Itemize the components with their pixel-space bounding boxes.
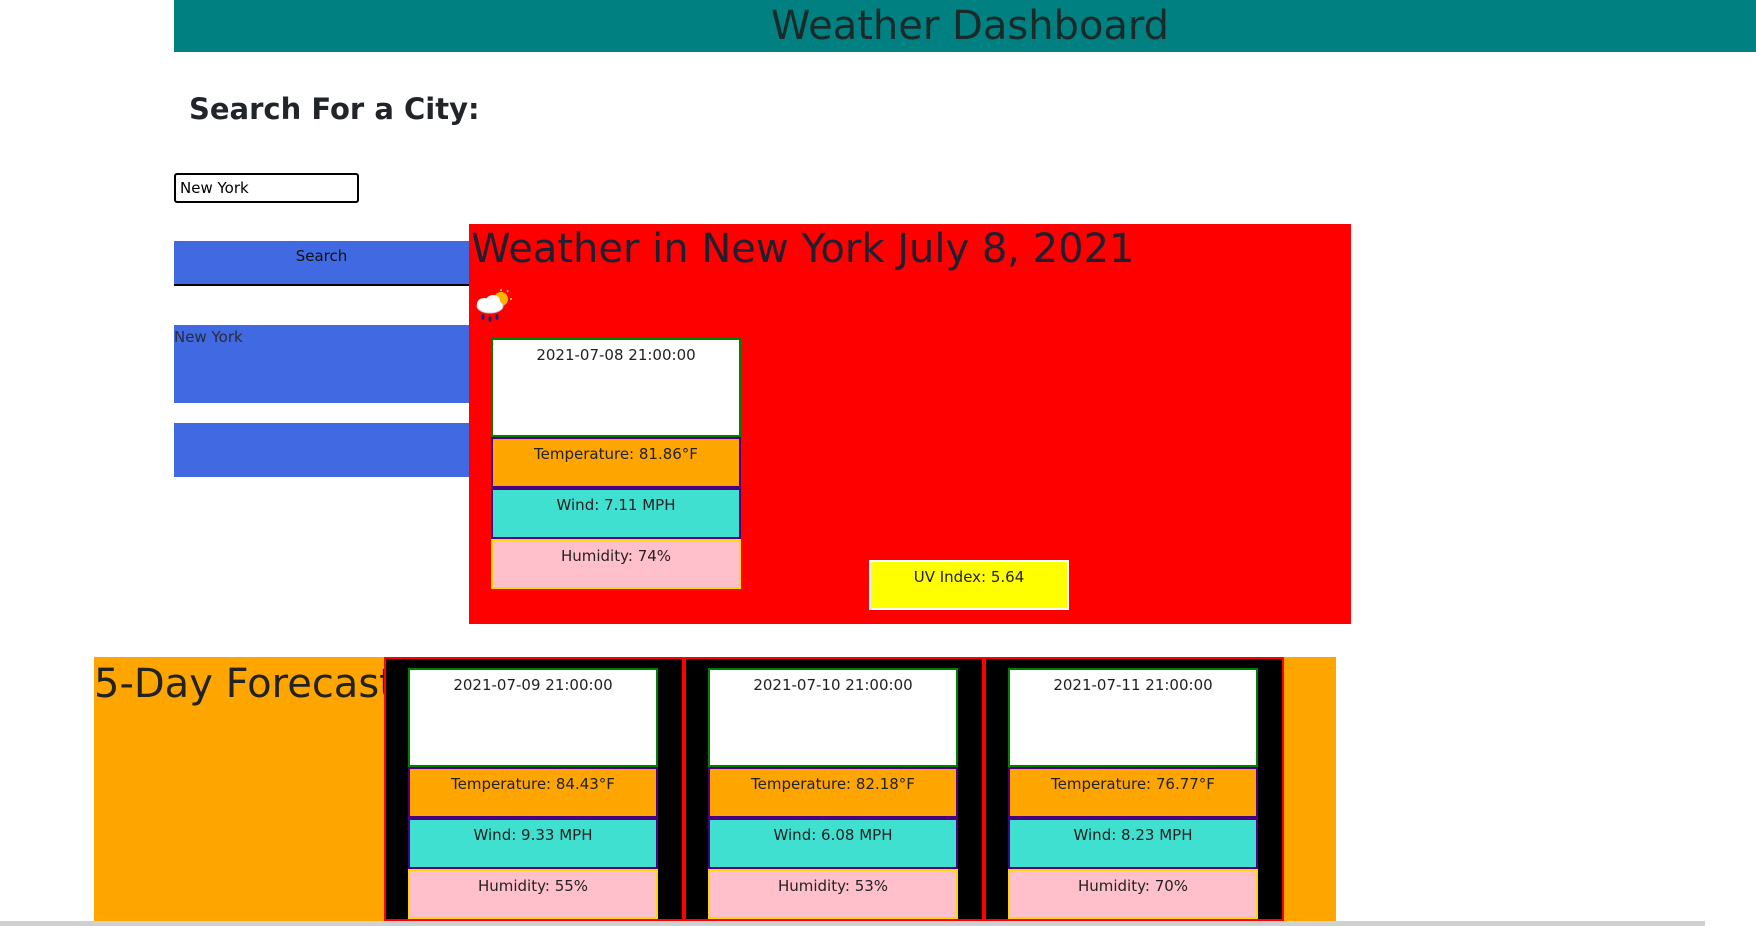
history-item-new-york[interactable]: New York	[174, 325, 469, 403]
card-wind: Wind: 6.08 MPH	[708, 818, 958, 869]
uv-index-badge: UV Index: 5.64	[869, 560, 1069, 610]
forecast-title: 5-Day Forecast	[94, 661, 395, 707]
forecast-day: 2021-07-10 21:00:00 Temperature: 82.18°F…	[684, 657, 984, 921]
card-temperature: Temperature: 84.43°F	[408, 767, 658, 818]
card-temperature: Temperature: 76.77°F	[1008, 767, 1258, 818]
card-date: 2021-07-11 21:00:00	[1008, 668, 1258, 767]
card-wind: Wind: 7.11 MPH	[491, 488, 741, 539]
forecast-card: 2021-07-09 21:00:00 Temperature: 84.43°F…	[408, 668, 658, 919]
current-weather-title: Weather in New York July 8, 2021	[471, 226, 1135, 272]
card-humidity: Humidity: 55%	[408, 869, 658, 919]
current-weather-panel: Weather in New York July 8, 2021 2021-07…	[469, 224, 1351, 624]
card-date: 2021-07-10 21:00:00	[708, 668, 958, 767]
card-date: 2021-07-09 21:00:00	[408, 668, 658, 767]
card-temperature: Temperature: 82.18°F	[708, 767, 958, 818]
card-wind: Wind: 9.33 MPH	[408, 818, 658, 869]
forecast-day: 2021-07-09 21:00:00 Temperature: 84.43°F…	[384, 657, 684, 921]
forecast-card: 2021-07-11 21:00:00 Temperature: 76.77°F…	[1008, 668, 1258, 919]
header-bar: Weather Dashboard	[174, 0, 1756, 52]
search-button[interactable]: Search	[174, 241, 469, 286]
forecast-day: 2021-07-11 21:00:00 Temperature: 76.77°F…	[984, 657, 1284, 921]
rain-cloud-sun-icon	[476, 289, 512, 322]
card-humidity: Humidity: 74%	[491, 539, 741, 589]
card-humidity: Humidity: 53%	[708, 869, 958, 919]
city-search-input[interactable]	[174, 173, 359, 203]
card-temperature: Temperature: 81.86°F	[491, 437, 741, 488]
forecast-card: 2021-07-10 21:00:00 Temperature: 82.18°F…	[708, 668, 958, 919]
card-date: 2021-07-08 21:00:00	[491, 338, 741, 437]
history-item-empty[interactable]	[174, 423, 469, 477]
search-heading: Search For a City:	[189, 92, 480, 126]
forecast-panel: 5-Day Forecast 2021-07-09 21:00:00 Tempe…	[94, 657, 1336, 921]
current-weather-card: 2021-07-08 21:00:00 Temperature: 81.86°F…	[491, 338, 741, 589]
horizontal-scrollbar[interactable]	[0, 921, 1705, 926]
card-humidity: Humidity: 70%	[1008, 869, 1258, 919]
card-wind: Wind: 8.23 MPH	[1008, 818, 1258, 869]
page-title: Weather Dashboard	[770, 3, 1170, 49]
